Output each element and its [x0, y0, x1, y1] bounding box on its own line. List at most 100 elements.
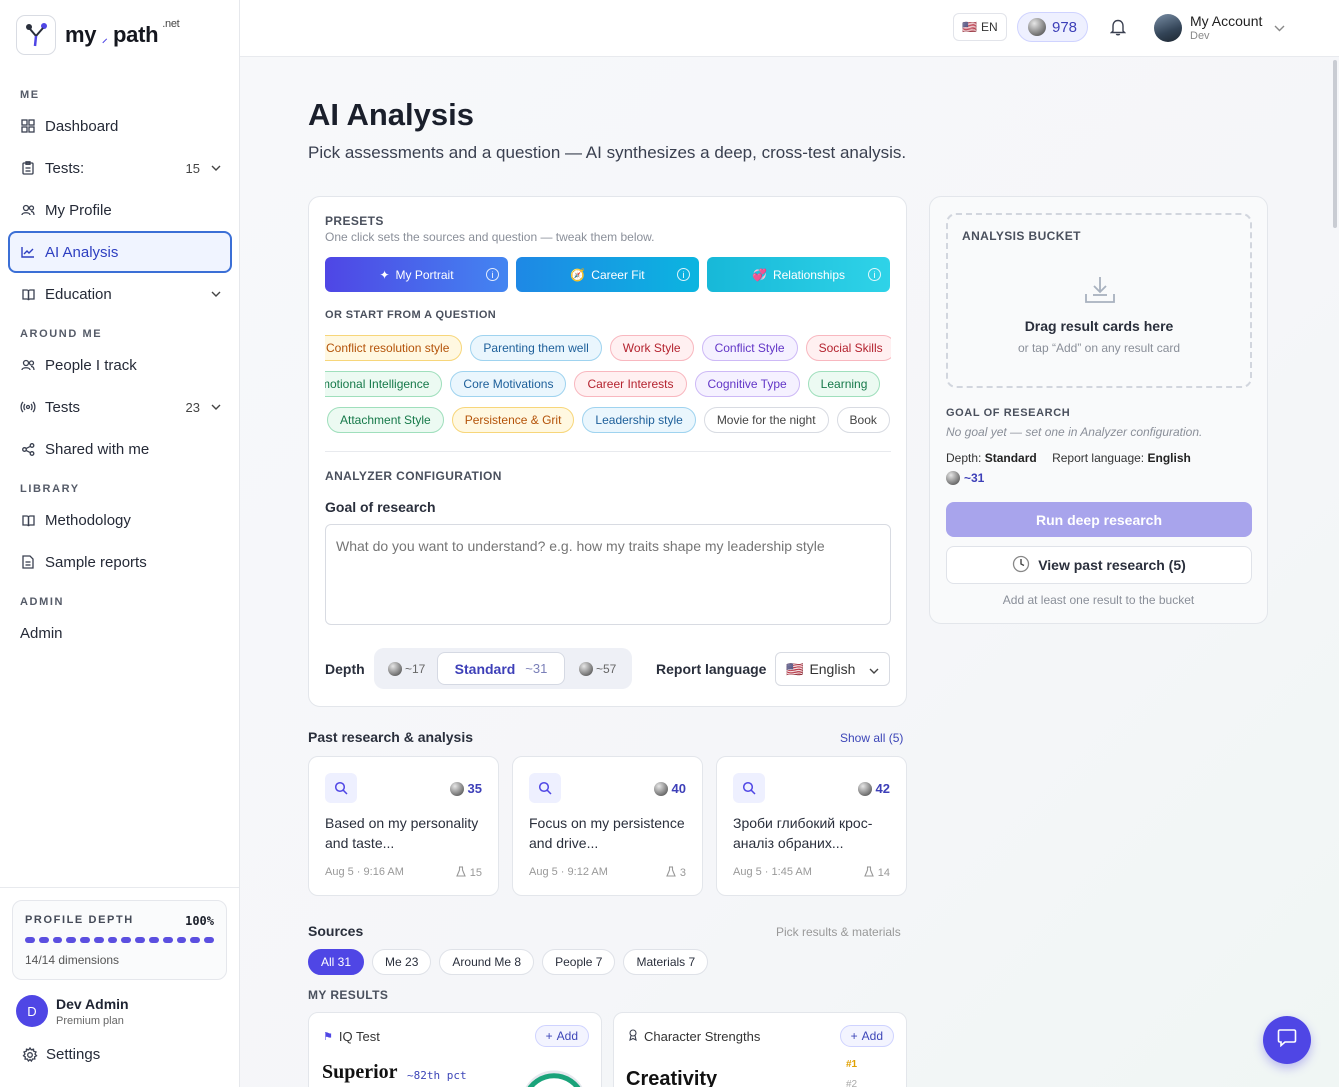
analyzer-config-label: ANALYZER CONFIGURATION — [325, 469, 502, 483]
preset-my-portrait[interactable]: ✦ My Portrait i — [325, 257, 508, 292]
question-chip[interactable]: Learning — [807, 371, 881, 397]
chevron-down-icon[interactable] — [206, 404, 226, 410]
profile-depth-caption: 14/14 dimensions — [25, 953, 120, 967]
report-language-select[interactable]: 🇺🇸 English — [775, 652, 890, 686]
profile-depth-card[interactable]: PROFILE DEPTH 100% 14/14 dimensions — [12, 900, 227, 980]
goal-label: Goal of research — [325, 499, 436, 515]
view-past-label: View past research (5) — [1038, 557, 1186, 573]
question-chip[interactable]: Leadership style — [582, 407, 696, 433]
result-title: IQ Test — [338, 1029, 380, 1044]
divider — [325, 451, 891, 452]
brand-right: path — [113, 22, 159, 47]
coin-icon — [449, 781, 464, 796]
add-button[interactable]: + Add — [839, 1025, 894, 1047]
sidebar-item-tests[interactable]: Tests: 15 — [8, 148, 232, 188]
question-chip[interactable]: Book — [836, 407, 890, 433]
sidebar-item-education[interactable]: Education — [8, 274, 232, 314]
question-chip[interactable]: Movie for the night — [703, 407, 829, 433]
section-around-me: AROUND ME — [20, 328, 103, 340]
logo[interactable]: my ⸝ path .net — [16, 15, 180, 55]
goal-textarea[interactable] — [325, 524, 891, 625]
sidebar-item-shared-with-me[interactable]: Shared with me — [8, 429, 232, 469]
question-chip[interactable]: Emotional Intelligence — [325, 371, 443, 397]
research-date: Aug 5 · 9:16 AM — [325, 866, 404, 878]
tab-people[interactable]: People 7 — [542, 949, 616, 975]
info-icon[interactable]: i — [868, 268, 881, 281]
sidebar-item-label: People I track — [45, 356, 137, 374]
account-title: My Account — [1190, 13, 1263, 29]
coin-icon — [946, 471, 960, 485]
credits-value: 978 — [1052, 18, 1078, 36]
settings-label: Settings — [46, 1046, 101, 1063]
question-chip[interactable]: Conflict Style — [701, 335, 798, 361]
question-chip[interactable]: Social Skills — [805, 335, 891, 361]
depth-dot — [162, 937, 173, 943]
logo-icon — [16, 15, 56, 55]
flask-icon — [863, 866, 874, 880]
show-all-link[interactable]: Show all (5) — [840, 731, 903, 745]
chat-button[interactable] — [1263, 1016, 1311, 1064]
past-research-card[interactable]: 35 Based on my personality and taste... … — [308, 756, 499, 896]
past-research-title: Past research & analysis — [308, 729, 473, 745]
broadcast-icon — [20, 399, 36, 415]
sidebar-item-my-profile[interactable]: My Profile — [8, 190, 232, 230]
tab-materials[interactable]: Materials 7 — [623, 949, 709, 975]
add-button[interactable]: + Add — [534, 1025, 589, 1047]
sidebar-item-around-tests[interactable]: Tests 23 — [8, 387, 232, 427]
question-chip[interactable]: Persistence & Grit — [451, 407, 575, 433]
bucket-lang-key: Report language: — [1052, 451, 1145, 465]
question-chip[interactable]: Work Style — [609, 335, 694, 361]
question-chip[interactable]: Core Motivations — [450, 371, 567, 397]
result-card-iq[interactable]: ⚑ IQ Test +Add Superior ~82th pct 90 — [308, 1012, 602, 1087]
depth-option-deep[interactable]: ~57 — [579, 655, 616, 683]
sidebar-item-people-i-track[interactable]: People I track — [8, 345, 232, 385]
chevron-down-icon — [1274, 19, 1285, 37]
language-switcher[interactable]: 🇺🇸 EN — [953, 13, 1007, 41]
scrollbar[interactable] — [1333, 60, 1337, 228]
sidebar-item-ai-analysis[interactable]: AI Analysis — [8, 231, 232, 273]
depth-dot — [107, 937, 118, 943]
sidebar-item-sample-reports[interactable]: Sample reports — [8, 542, 232, 582]
chevron-down-icon[interactable] — [206, 291, 226, 297]
question-chip[interactable]: Cognitive Type — [694, 371, 800, 397]
question-chip[interactable]: Attachment Style — [327, 407, 444, 433]
settings-link[interactable]: Settings — [22, 1046, 100, 1063]
result-card-character-strengths[interactable]: Character Strengths + Add #1 #2 Creativit… — [613, 1012, 907, 1087]
sidebar-item-methodology[interactable]: Methodology — [8, 500, 232, 540]
account-menu[interactable]: My Account Dev — [1154, 13, 1285, 42]
run-deep-research-button[interactable]: Run deep research — [946, 502, 1252, 537]
bell-icon[interactable] — [1109, 18, 1127, 41]
strength-rank: #2 — [846, 1079, 858, 1087]
sidebar-item-dashboard[interactable]: Dashboard — [8, 106, 232, 146]
preset-career-fit[interactable]: 🧭 Career Fit i — [516, 257, 699, 292]
info-icon[interactable]: i — [486, 268, 499, 281]
coin-icon — [1028, 18, 1046, 36]
question-chip[interactable]: Parenting them well — [470, 335, 602, 361]
section-admin: ADMIN — [20, 596, 65, 608]
bucket-dropzone[interactable]: ANALYSIS BUCKET Drag result cards here o… — [946, 213, 1252, 388]
current-user[interactable]: D Dev Admin Premium plan — [16, 995, 129, 1027]
view-past-research-button[interactable]: View past research (5) — [946, 546, 1252, 584]
chevron-down-icon — [869, 661, 879, 677]
depth-option-standard[interactable]: Standard ~31 — [437, 652, 565, 685]
tab-all[interactable]: All 31 — [308, 949, 365, 975]
tab-me[interactable]: Me 23 — [372, 949, 432, 975]
preset-relationships[interactable]: 💞 Relationships i — [707, 257, 890, 292]
sidebar-item-label: Tests — [45, 398, 81, 416]
credits-badge[interactable]: 978 — [1017, 12, 1089, 42]
bucket-drag-text: Drag result cards here — [1024, 318, 1174, 334]
research-source-count: 15 — [469, 867, 482, 879]
past-research-card[interactable]: 40 Focus on my persistence and drive... … — [512, 756, 703, 896]
sidebar-item-admin[interactable]: Admin — [8, 613, 232, 653]
bucket-summary: Depth: Standard Report language: English — [946, 451, 1191, 465]
chevron-down-icon[interactable] — [206, 165, 226, 171]
info-icon[interactable]: i — [677, 268, 690, 281]
question-chip[interactable]: Conflict resolution style — [325, 335, 463, 361]
depth-option-quick[interactable]: ~17 — [388, 655, 425, 683]
page-subtitle: Pick assessments and a question — AI syn… — [308, 143, 907, 162]
depth-selector: ~17 Standard ~31 ~57 — [374, 648, 632, 689]
depth-dot — [190, 937, 201, 943]
question-chip[interactable]: Career Interests — [574, 371, 687, 397]
past-research-card[interactable]: 42 Зроби глибокий крос-аналіз обраних...… — [716, 756, 907, 896]
tab-around-me[interactable]: Around Me 8 — [439, 949, 535, 975]
